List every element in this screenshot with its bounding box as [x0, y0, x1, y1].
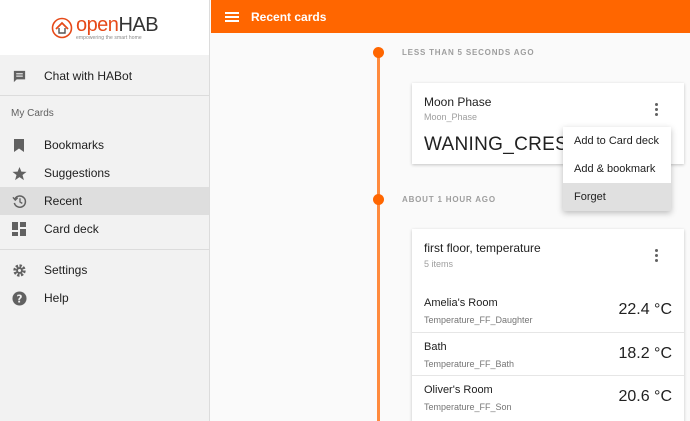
sidebar-item-bookmarks[interactable]: Bookmarks [0, 131, 209, 159]
temperature-card[interactable]: first floor, temperature 5 items Amelia'… [412, 229, 684, 421]
timeline-group-label: ABOUT 1 HOUR AGO [402, 195, 496, 204]
more-vert-icon[interactable] [655, 249, 659, 264]
sidebar-item-label: Card deck [44, 222, 99, 236]
dashboard-icon [11, 221, 27, 237]
card-title: first floor, temperature [424, 241, 541, 255]
timeline-dot [373, 47, 384, 58]
page-title: Recent cards [251, 9, 327, 24]
table-row[interactable]: Oliver's Room Temperature_FF_Son 20.6 °C [412, 375, 684, 418]
row-value: 22.4 °C [618, 301, 672, 318]
card-subtitle: 5 items [424, 259, 454, 269]
app-header: Recent cards [211, 0, 690, 33]
row-label: Bath [424, 341, 447, 353]
card-title: Moon Phase [424, 95, 492, 109]
sidebar-item-label: Recent [44, 194, 83, 208]
more-vert-icon[interactable] [655, 103, 659, 118]
row-item-name: Temperature_FF_Daughter [424, 315, 533, 325]
brand-tagline: empowering the smart home [75, 34, 142, 41]
card-item-name: Moon_Phase [424, 112, 478, 122]
logo[interactable]: openHAB empowering the smart home [0, 0, 209, 55]
row-value: 20.6 °C [618, 388, 672, 405]
row-item-name: Temperature_FF_Son [424, 402, 512, 412]
row-value: 18.2 °C [618, 345, 672, 362]
menu-icon[interactable] [225, 10, 239, 24]
sidebar-section-header: My Cards [0, 95, 209, 131]
menu-item-forget[interactable]: Forget [563, 183, 671, 211]
brand-name: openHAB [75, 13, 159, 36]
menu-item-add-bookmark[interactable]: Add & bookmark [563, 155, 671, 183]
timeline-line [377, 52, 380, 421]
row-label: Oliver's Room [424, 384, 493, 396]
svg-text:?: ? [16, 293, 22, 305]
sidebar-item-label: Suggestions [44, 166, 111, 180]
sidebar-item-recent[interactable]: Recent [0, 187, 209, 215]
row-label: Amelia's Room [424, 297, 498, 309]
timeline-dot [373, 194, 384, 205]
timeline-group-label: LESS THAN 5 SECONDS AGO [402, 48, 535, 57]
sidebar-item-help[interactable]: ? Help [0, 284, 209, 312]
sidebar-item-settings[interactable]: Settings [0, 256, 209, 284]
openhab-logo-icon [51, 17, 73, 38]
menu-item-add-to-card-deck[interactable]: Add to Card deck [563, 127, 671, 155]
chat-icon [11, 68, 27, 84]
history-icon [11, 193, 27, 209]
sidebar-item-card-deck[interactable]: Card deck [0, 215, 209, 243]
bookmark-icon [11, 137, 27, 153]
sidebar-item-label: Chat with HABot [44, 69, 133, 83]
row-item-name: Temperature_FF_Bath [424, 359, 515, 369]
sidebar-item-label: Help [44, 291, 69, 305]
sidebar-item-label: Bookmarks [44, 138, 105, 152]
card-context-menu: Add to Card deck Add & bookmark Forget [563, 127, 671, 211]
table-row[interactable]: Bath Temperature_FF_Bath 18.2 °C [412, 332, 684, 375]
sidebar-item-label: Settings [44, 263, 88, 277]
sidebar-divider [0, 249, 209, 250]
sidebar: openHAB empowering the smart home Chat w… [0, 0, 210, 421]
star-icon [11, 165, 27, 181]
help-icon: ? [11, 290, 27, 306]
sidebar-item-habot[interactable]: Chat with HABot [0, 57, 209, 95]
table-row[interactable]: Amelia's Room Temperature_FF_Daughter 22… [412, 289, 684, 332]
sidebar-item-suggestions[interactable]: Suggestions [0, 159, 209, 187]
gear-icon [11, 262, 27, 278]
